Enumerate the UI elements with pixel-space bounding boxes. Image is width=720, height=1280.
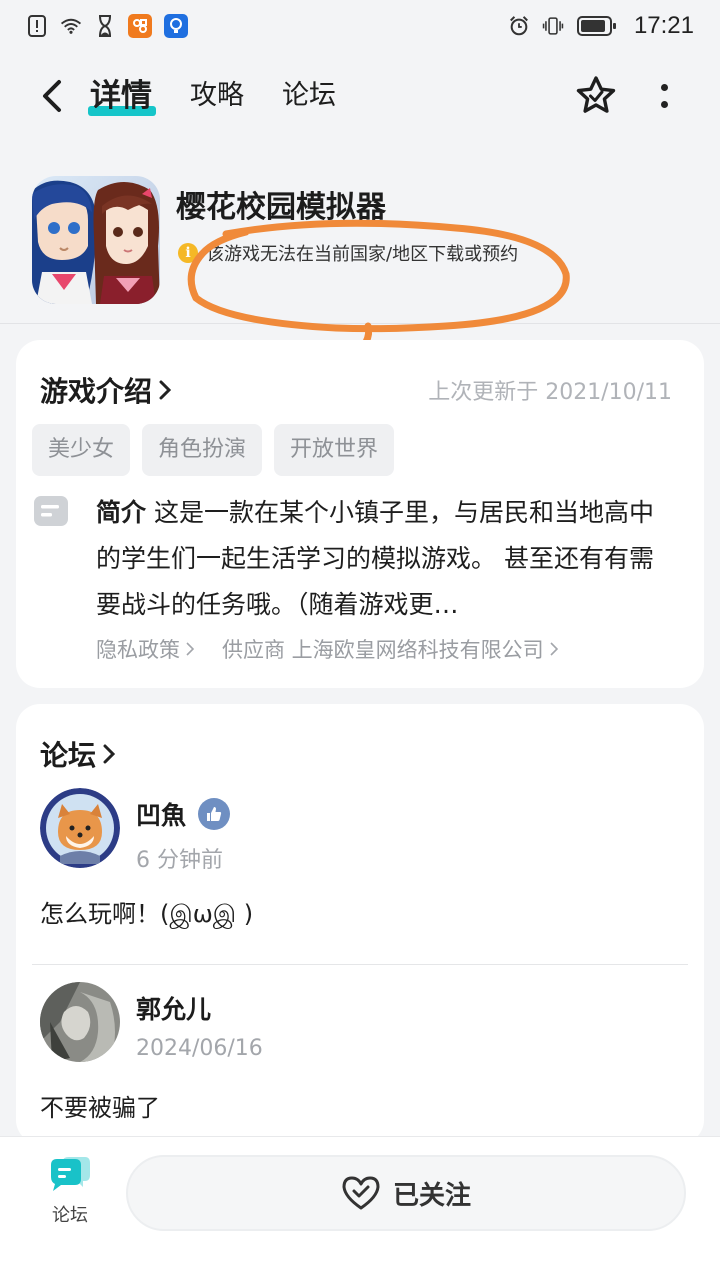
post-username[interactable]: 郭允儿	[136, 990, 211, 1026]
more-dot-icon	[660, 101, 668, 108]
back-button[interactable]	[32, 76, 72, 116]
info-icon: i	[178, 243, 198, 263]
favorite-button[interactable]	[574, 74, 618, 118]
privacy-policy-label: 隐私政策	[96, 638, 180, 662]
post-time: 6 分钟前	[136, 848, 223, 873]
avatar[interactable]	[40, 788, 120, 868]
wifi-icon	[60, 15, 82, 37]
summary-label: 简介	[96, 498, 147, 527]
tag-list: 美少女 角色扮演 开放世界	[32, 424, 395, 476]
back-arrow-icon	[43, 80, 61, 112]
forum-card: 论坛 凹魚 6 分钟前 怎么玩啊！(இωஇ ) 郭允儿 2024/06/16 不…	[16, 704, 704, 1144]
star-icon	[576, 76, 616, 113]
chevron-right-icon	[550, 642, 558, 656]
app-icon-orange	[128, 14, 152, 38]
post-time: 2024/06/16	[136, 1036, 263, 1061]
forum-chat-icon	[51, 1157, 90, 1191]
username-text: 郭允儿	[136, 995, 212, 1024]
game-title: 樱花校园模拟器	[176, 190, 386, 225]
region-notice: i 该游戏无法在当前国家/地区下载或预约	[178, 240, 518, 266]
summary-icon	[34, 496, 68, 526]
tag-item[interactable]: 开放世界	[274, 424, 395, 476]
more-options-button[interactable]	[646, 76, 682, 116]
game-summary[interactable]: 简介 这是一款在某个小镇子里，与居民和当地高中的学生们一起生活学习的模拟游戏。 甚…	[96, 490, 676, 628]
hourglass-icon	[94, 15, 116, 37]
alert-icon	[26, 15, 48, 37]
bottom-action-bar: 论坛 已关注	[0, 1136, 720, 1280]
post-divider	[32, 964, 688, 965]
summary-text: 这是一款在某个小镇子里，与居民和当地高中的学生们一起生活学习的模拟游戏。 甚至还…	[96, 498, 655, 619]
more-dot-icon	[660, 84, 668, 91]
heart-check-icon	[342, 1176, 380, 1210]
supplier-label: 供应商 上海欧皇网络科技有限公司	[222, 638, 544, 662]
avatar[interactable]	[40, 982, 120, 1062]
post-username[interactable]: 凹魚	[136, 796, 231, 832]
tag-item[interactable]: 美少女	[32, 424, 131, 476]
alarm-icon	[508, 15, 530, 37]
top-nav: 详情 攻略 论坛	[0, 62, 720, 132]
bottom-forum-label: 论坛	[52, 1205, 88, 1226]
intro-section-header[interactable]: 游戏介绍	[40, 370, 172, 410]
bottom-forum-button[interactable]: 论坛	[40, 1155, 100, 1255]
privacy-policy-link[interactable]: 隐私政策	[96, 634, 194, 664]
forum-title: 论坛	[40, 739, 97, 772]
intro-title: 游戏介绍	[40, 375, 153, 408]
chevron-right-icon	[103, 744, 116, 764]
thumbs-up-badge-icon	[198, 798, 231, 830]
game-icon[interactable]	[32, 176, 160, 304]
username-text: 凹魚	[136, 801, 187, 830]
forum-post[interactable]: 郭允儿 2024/06/16 不要被骗了	[40, 982, 688, 1132]
chevron-right-icon	[159, 380, 172, 400]
tab-forum[interactable]: 论坛	[282, 76, 336, 116]
supplier-link[interactable]: 供应商 上海欧皇网络科技有限公司	[222, 634, 558, 664]
game-intro-card: 游戏介绍 上次更新于 2021/10/11 美少女 角色扮演 开放世界 简介 这是…	[16, 340, 704, 688]
post-content: 怎么玩啊！(இωஇ )	[40, 900, 254, 928]
forum-post[interactable]: 凹魚 6 分钟前 怎么玩啊！(இωஇ )	[40, 788, 688, 938]
chevron-right-icon	[186, 642, 194, 656]
tab-detail[interactable]: 详情	[90, 76, 152, 116]
follow-label: 已关注	[392, 1180, 471, 1211]
last-updated: 上次更新于 2021/10/11	[428, 380, 672, 405]
forum-section-header[interactable]: 论坛	[40, 734, 116, 774]
tag-item[interactable]: 角色扮演	[142, 424, 263, 476]
vibrate-icon	[542, 15, 564, 37]
battery-icon	[576, 15, 618, 37]
app-icon-blue	[164, 14, 188, 38]
game-header: 樱花校园模拟器 i 该游戏无法在当前国家/地区下载或预约	[0, 160, 720, 324]
follow-button[interactable]: 已关注	[126, 1155, 686, 1231]
status-time: 17:21	[633, 12, 694, 39]
region-notice-text: 该游戏无法在当前国家/地区下载或预约	[206, 244, 519, 265]
intro-links: 隐私政策 供应商 上海欧皇网络科技有限公司	[96, 634, 558, 664]
post-content: 不要被骗了	[40, 1094, 160, 1122]
status-bar: 17:21	[0, 0, 720, 52]
tab-guide[interactable]: 攻略	[190, 76, 244, 116]
